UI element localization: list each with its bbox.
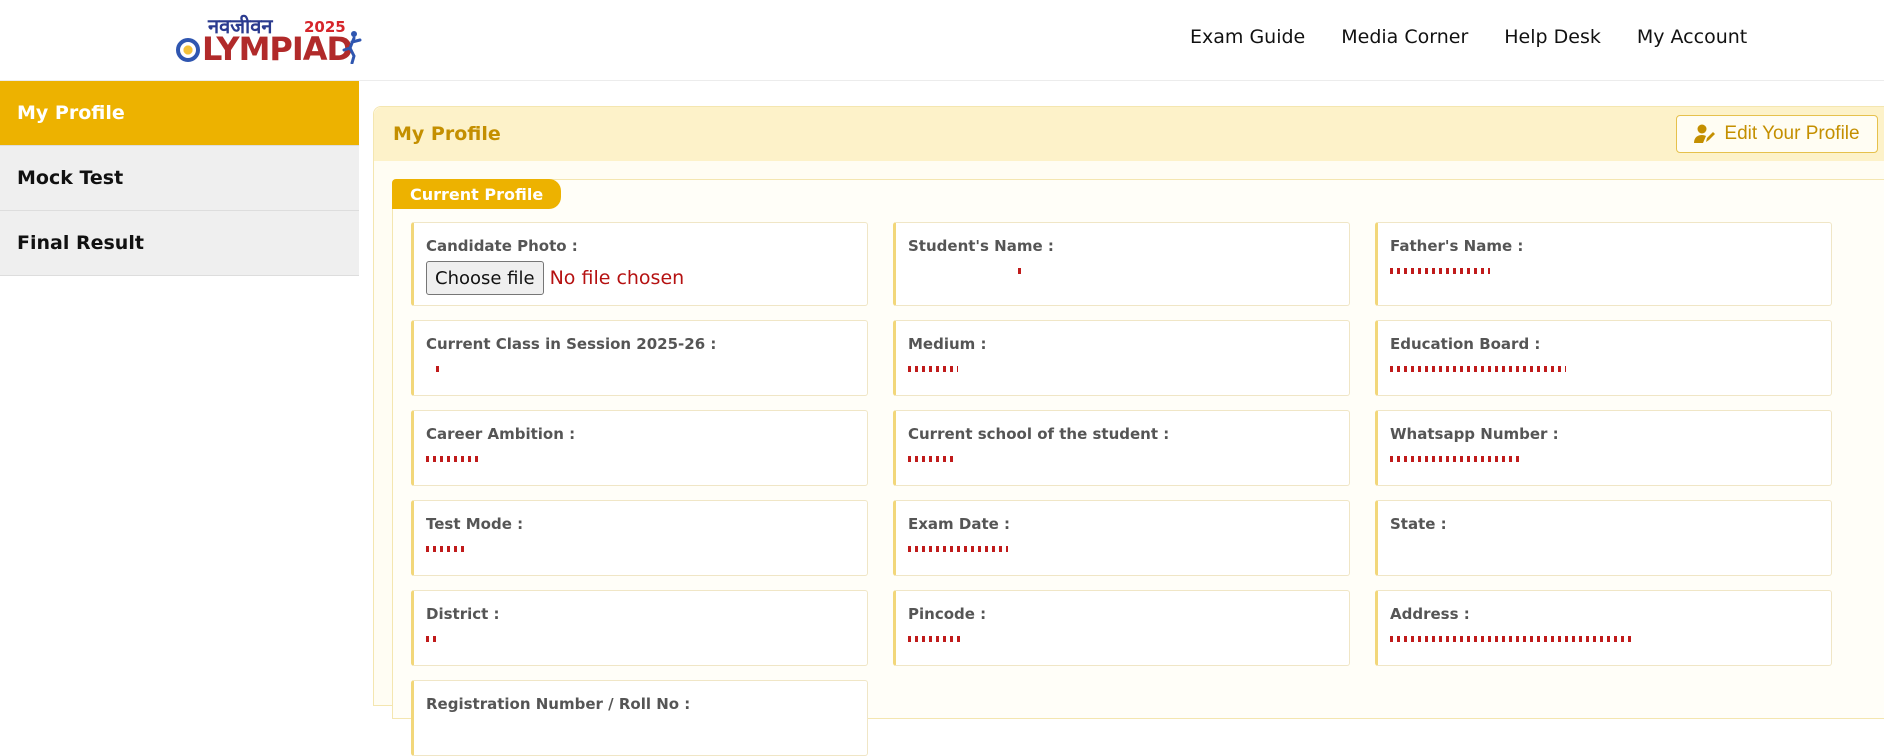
- edit-profile-button[interactable]: Edit Your Profile: [1676, 115, 1878, 153]
- field-label: Education Board :: [1390, 335, 1541, 353]
- field-label: State :: [1390, 515, 1447, 533]
- redacted-value-icon: [426, 545, 468, 552]
- field-value: [426, 629, 867, 643]
- field-student-name: Student's Name :: [893, 222, 1350, 306]
- sidebar: My Profile Mock Test Final Result: [0, 81, 359, 276]
- top-bar: नवजीवन 2025 LYMPIAD Exam Guide Media Cor…: [0, 0, 1884, 81]
- field-label: Address :: [1390, 605, 1470, 623]
- redacted-value-icon: [908, 545, 1008, 552]
- edit-profile-label: Edit Your Profile: [1724, 123, 1860, 144]
- top-nav: Exam Guide Media Corner Help Desk My Acc…: [1190, 26, 1783, 48]
- field-test-mode: Test Mode :: [411, 500, 868, 576]
- redacted-value-icon: [908, 635, 960, 642]
- field-label: Registration Number / Roll No :: [426, 695, 691, 713]
- field-value: [426, 359, 867, 373]
- choose-file-button[interactable]: Choose file: [426, 261, 544, 295]
- field-value: [1390, 449, 1831, 463]
- redacted-value-icon: [436, 365, 440, 372]
- field-label: District :: [426, 605, 500, 623]
- field-value: [908, 261, 1349, 275]
- field-label: Career Ambition :: [426, 425, 576, 443]
- redacted-value-icon: [1018, 267, 1022, 274]
- current-profile-panel: Current Profile Candidate Photo : Choose…: [392, 179, 1884, 756]
- field-value: [426, 539, 867, 553]
- logo-o-icon: [176, 38, 200, 62]
- field-value: [908, 359, 1349, 373]
- redacted-value-icon: [426, 455, 482, 462]
- field-value: [1390, 539, 1831, 553]
- logo-word-text: LYMPIAD: [202, 30, 353, 68]
- field-label: Current Class in Session 2025-26 :: [426, 335, 717, 353]
- field-value: [426, 449, 867, 463]
- olympiad-logo[interactable]: नवजीवन 2025 LYMPIAD: [176, 12, 368, 70]
- field-medium: Medium :: [893, 320, 1350, 396]
- user-edit-icon: [1694, 124, 1716, 143]
- field-exam-date: Exam Date :: [893, 500, 1350, 576]
- file-status-text: No file chosen: [549, 267, 685, 289]
- field-label: Exam Date :: [908, 515, 1011, 533]
- sidebar-item-final-result[interactable]: Final Result: [0, 211, 359, 276]
- profile-card: My Profile Edit Your Profile Current Pro…: [373, 106, 1884, 756]
- field-district: District :: [411, 590, 868, 666]
- field-whatsapp-number: Whatsapp Number :: [1375, 410, 1832, 486]
- field-career-ambition: Career Ambition :: [411, 410, 868, 486]
- field-value: [908, 629, 1349, 643]
- redacted-value-icon: [908, 365, 958, 372]
- field-label: Medium :: [908, 335, 987, 353]
- page-title: My Profile: [393, 123, 501, 145]
- field-value: [908, 449, 1349, 463]
- nav-media-corner[interactable]: Media Corner: [1341, 26, 1468, 48]
- profile-card-header: My Profile Edit Your Profile: [374, 107, 1884, 161]
- field-education-board: Education Board :: [1375, 320, 1832, 396]
- field-label: Candidate Photo :: [426, 237, 578, 255]
- field-candidate-photo: Candidate Photo : Choose file No file ch…: [411, 222, 868, 306]
- field-current-school: Current school of the student :: [893, 410, 1350, 486]
- field-label: Current school of the student :: [908, 425, 1170, 443]
- nav-exam-guide[interactable]: Exam Guide: [1190, 26, 1305, 48]
- sidebar-item-mock-test[interactable]: Mock Test: [0, 146, 359, 211]
- field-value: [1390, 359, 1831, 373]
- field-address: Address :: [1375, 590, 1832, 666]
- field-label: Whatsapp Number :: [1390, 425, 1559, 443]
- field-label: Father's Name :: [1390, 237, 1524, 255]
- field-label: Student's Name :: [908, 237, 1054, 255]
- field-father-name: Father's Name :: [1375, 222, 1832, 306]
- logo-word: LYMPIAD: [176, 30, 353, 68]
- runner-icon: [342, 31, 362, 64]
- field-value: [1390, 629, 1831, 643]
- nav-help-desk[interactable]: Help Desk: [1504, 26, 1601, 48]
- redacted-value-icon: [1390, 267, 1490, 274]
- current-profile-tab: Current Profile: [392, 179, 562, 209]
- field-value: [908, 539, 1349, 553]
- field-pincode: Pincode :: [893, 590, 1350, 666]
- field-state: State :: [1375, 500, 1832, 576]
- sidebar-item-my-profile[interactable]: My Profile: [0, 81, 359, 146]
- redacted-value-icon: [1390, 635, 1634, 642]
- nav-my-account[interactable]: My Account: [1637, 26, 1747, 48]
- field-current-class: Current Class in Session 2025-26 :: [411, 320, 868, 396]
- redacted-value-icon: [1390, 365, 1566, 372]
- redacted-value-icon: [1390, 455, 1520, 462]
- field-label: Pincode :: [908, 605, 987, 623]
- field-label: Test Mode :: [426, 515, 524, 533]
- field-value: [426, 719, 867, 733]
- field-registration-number: Registration Number / Roll No :: [411, 680, 868, 756]
- redacted-value-icon: [426, 635, 440, 642]
- redacted-value-icon: [908, 455, 954, 462]
- field-value: [1390, 261, 1831, 275]
